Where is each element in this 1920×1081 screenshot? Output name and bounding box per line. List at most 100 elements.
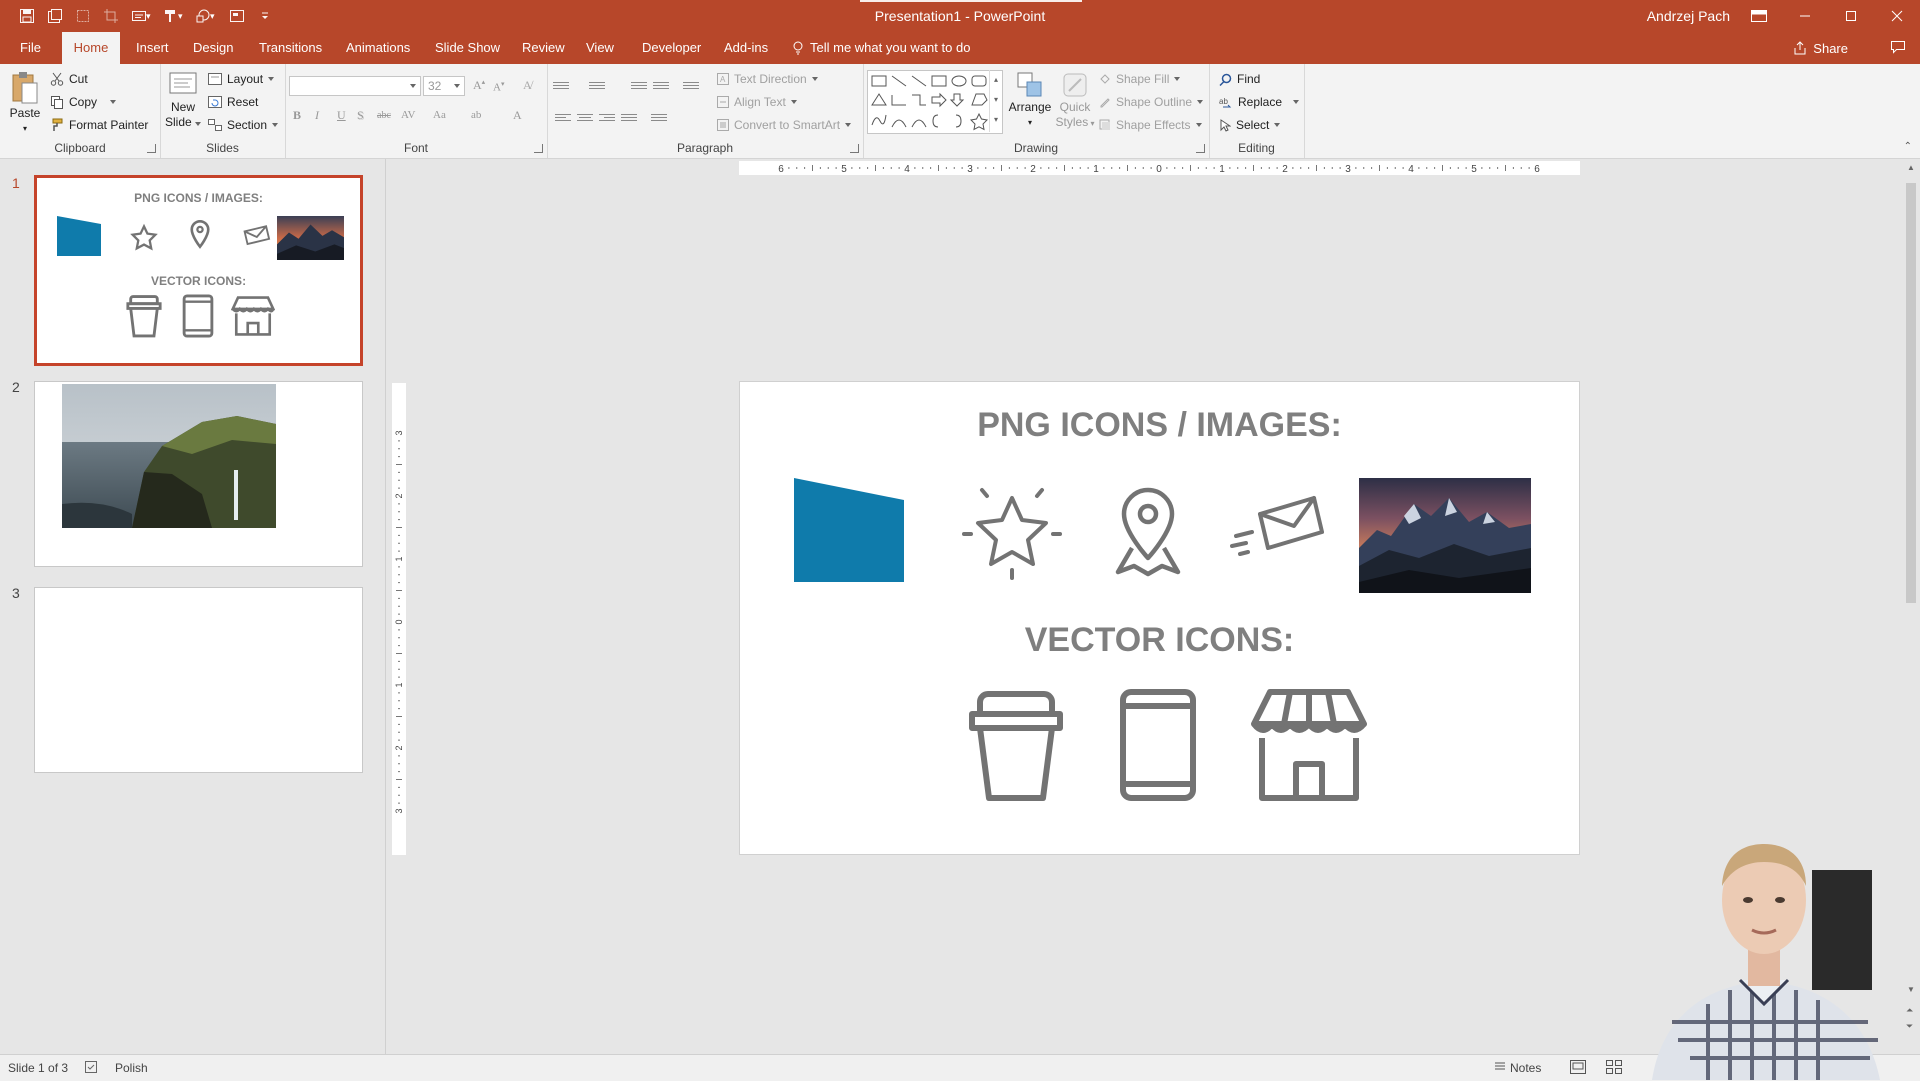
notes-icon[interactable] xyxy=(1494,1060,1506,1072)
tab-view[interactable]: View xyxy=(576,32,624,64)
save-icon[interactable] xyxy=(16,6,38,26)
align-center-icon[interactable] xyxy=(577,112,593,124)
paste-button[interactable]: Paste ▾ xyxy=(6,70,44,136)
increase-font-icon[interactable]: A▴ xyxy=(473,78,485,93)
underline-icon[interactable]: U xyxy=(337,108,346,123)
shape-fill-button[interactable]: Shape Fill xyxy=(1099,72,1181,86)
minimize-icon[interactable] xyxy=(1782,0,1828,32)
format-icon[interactable] xyxy=(160,6,182,26)
slide-canvas[interactable]: PNG ICONS / IMAGES: VECTOR ICONS: xyxy=(739,381,1580,855)
placeholder-icon[interactable] xyxy=(226,6,248,26)
numbering-icon[interactable] xyxy=(589,80,605,92)
crop-icon[interactable] xyxy=(100,6,122,26)
mountain-photo[interactable] xyxy=(1359,478,1531,593)
user-name[interactable]: Andrzej Pach xyxy=(1647,8,1730,24)
convert-smartart-button[interactable]: Convert to SmartArt xyxy=(717,118,852,132)
thumb-vector-heading: VECTOR ICONS: xyxy=(150,274,247,288)
line-spacing-icon[interactable] xyxy=(683,80,699,92)
select-button[interactable]: Select xyxy=(1219,118,1281,132)
find-button[interactable]: Find xyxy=(1219,72,1260,86)
share-button[interactable]: Share xyxy=(1793,32,1848,64)
scrollbar-thumb[interactable] xyxy=(1906,183,1916,603)
shape-outline-button[interactable]: Shape Outline xyxy=(1099,95,1204,109)
language-indicator[interactable]: Polish xyxy=(115,1061,148,1075)
screenshot-icon[interactable] xyxy=(72,6,94,26)
autosave-icon[interactable] xyxy=(44,6,66,26)
font-size-combo[interactable]: 32 xyxy=(423,76,465,96)
font-launcher-icon[interactable] xyxy=(534,144,543,153)
justify-icon[interactable] xyxy=(621,112,637,124)
thumbnail-slide-3[interactable] xyxy=(34,587,363,773)
tab-transitions[interactable]: Transitions xyxy=(249,32,332,64)
tab-file[interactable]: File xyxy=(10,32,51,64)
arrange-button[interactable]: Arrange ▾ xyxy=(1007,70,1053,130)
bullets-icon[interactable] xyxy=(553,80,569,92)
tab-review[interactable]: Review xyxy=(512,32,575,64)
cut-button[interactable]: Cut xyxy=(50,72,88,86)
align-text-button[interactable]: Align Text xyxy=(717,95,797,109)
replace-button[interactable]: ab Replace xyxy=(1219,95,1300,109)
decrease-indent-icon[interactable] xyxy=(631,80,647,92)
font-name-combo[interactable] xyxy=(289,76,421,96)
tablet-icon[interactable] xyxy=(1118,688,1198,802)
coffee-cup-icon[interactable] xyxy=(966,688,1066,802)
star-icon[interactable] xyxy=(962,484,1062,580)
vector-icons-heading[interactable]: VECTOR ICONS: xyxy=(740,621,1579,660)
clipboard-launcher-icon[interactable] xyxy=(147,144,156,153)
tab-design[interactable]: Design xyxy=(183,32,243,64)
clear-formatting-icon[interactable]: A̸ xyxy=(523,78,532,93)
store-icon[interactable] xyxy=(1250,688,1368,802)
strikethrough-icon[interactable]: abc xyxy=(377,110,391,121)
maximize-icon[interactable] xyxy=(1828,0,1874,32)
font-color-icon[interactable]: A xyxy=(513,108,522,123)
blue-shape[interactable] xyxy=(794,478,904,582)
drawing-launcher-icon[interactable] xyxy=(1196,144,1205,153)
format-painter-button[interactable]: Format Painter xyxy=(50,118,148,132)
section-button[interactable]: Section xyxy=(208,118,279,132)
new-slide-button[interactable]: New Slide xyxy=(164,70,202,130)
tab-slideshow[interactable]: Slide Show xyxy=(425,32,510,64)
shadow-icon[interactable]: S xyxy=(357,108,364,123)
columns-icon[interactable] xyxy=(651,112,667,124)
notes-button[interactable]: Notes xyxy=(1510,1061,1541,1075)
italic-icon[interactable]: I xyxy=(315,108,319,123)
close-icon[interactable] xyxy=(1874,0,1920,32)
bold-icon[interactable]: B xyxy=(293,108,301,123)
spell-check-icon[interactable] xyxy=(84,1060,98,1074)
shapes-gallery-scroll[interactable]: ▴ ▾ ▾ xyxy=(989,70,1002,132)
align-left-icon[interactable] xyxy=(555,112,571,124)
scroll-up-icon[interactable]: ▲ xyxy=(1907,163,1915,172)
collapse-ribbon-icon[interactable]: ⌃ xyxy=(1904,141,1912,152)
tab-insert[interactable]: Insert xyxy=(126,32,179,64)
thumbnail-slide-2[interactable] xyxy=(34,381,363,567)
quick-styles-button[interactable]: Quick Styles ▾ xyxy=(1055,70,1095,131)
comments-icon[interactable] xyxy=(1890,40,1906,54)
layout-button[interactable]: Layout xyxy=(208,72,275,86)
normal-view-icon[interactable] xyxy=(1570,1060,1586,1074)
shapes-icon[interactable] xyxy=(192,6,214,26)
ribbon-display-options-icon[interactable] xyxy=(1736,0,1782,32)
character-spacing-icon[interactable]: AV xyxy=(401,109,415,121)
tab-addins[interactable]: Add-ins xyxy=(714,32,778,64)
customize-icon[interactable] xyxy=(254,6,276,26)
layout-icon[interactable] xyxy=(128,6,150,26)
change-case-icon[interactable]: Aa xyxy=(433,109,446,121)
tab-developer[interactable]: Developer xyxy=(632,32,711,64)
thumbnail-slide-1[interactable]: PNG ICONS / IMAGES: VECTOR ICONS: xyxy=(34,175,363,366)
png-icons-heading[interactable]: PNG ICONS / IMAGES: xyxy=(740,406,1579,445)
tell-me-search[interactable]: Tell me what you want to do xyxy=(792,32,970,64)
copy-button[interactable]: Copy xyxy=(50,95,117,109)
envelope-icon[interactable] xyxy=(1230,494,1326,564)
increase-indent-icon[interactable] xyxy=(653,80,669,92)
text-direction-button[interactable]: A Text Direction xyxy=(717,72,818,86)
highlight-icon[interactable]: ab xyxy=(471,109,481,121)
align-right-icon[interactable] xyxy=(599,112,615,124)
location-pin-icon[interactable] xyxy=(1112,486,1184,578)
reset-button[interactable]: Reset xyxy=(208,95,258,109)
shapes-gallery[interactable] xyxy=(867,70,1003,134)
tab-animations[interactable]: Animations xyxy=(336,32,420,64)
shape-effects-button[interactable]: Shape Effects xyxy=(1099,118,1202,132)
tab-home[interactable]: Home xyxy=(62,32,120,64)
paragraph-launcher-icon[interactable] xyxy=(850,144,859,153)
decrease-font-icon[interactable]: A▾ xyxy=(493,80,504,94)
